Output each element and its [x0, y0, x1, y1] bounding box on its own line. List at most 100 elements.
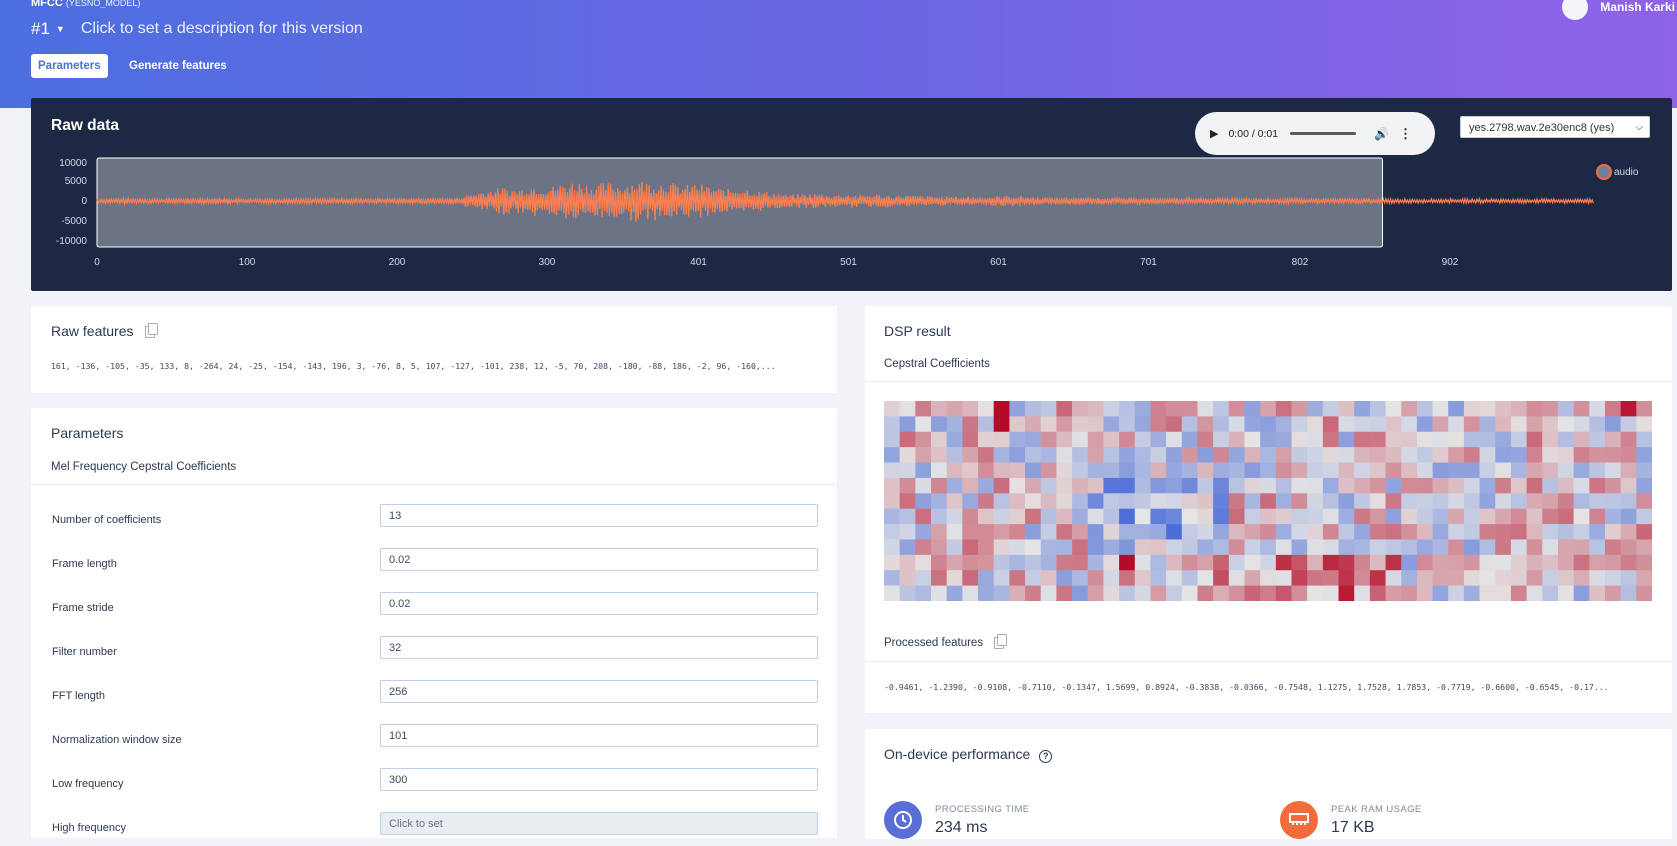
heatmap-cell [884, 416, 900, 433]
heatmap-cell [1275, 554, 1292, 571]
heatmap-cell [915, 493, 932, 509]
heatmap-cell [1275, 585, 1292, 601]
cepstral-coefficients-heatmap [884, 401, 1652, 601]
heatmap-cell [1119, 477, 1136, 494]
heatmap-cell [1401, 416, 1418, 433]
heatmap-cell [1557, 539, 1574, 556]
x-tick-label: 802 [1292, 257, 1309, 268]
heatmap-cell [1307, 462, 1324, 479]
heatmap-cell [931, 477, 947, 494]
heatmap-cell [1228, 570, 1245, 586]
heatmap-cell [931, 401, 947, 417]
heatmap-cell [1463, 401, 1480, 417]
heatmap-cell [1636, 524, 1652, 540]
heatmap-cell [1369, 570, 1386, 586]
heatmap-cell [1526, 570, 1543, 586]
heatmap-cell [1448, 493, 1465, 509]
heatmap-cell [1275, 462, 1292, 479]
heatmap-cell [1369, 477, 1386, 494]
low-frequency-input[interactable]: 300 [380, 768, 818, 791]
help-icon[interactable]: ? [1039, 750, 1053, 763]
heatmap-cell [1526, 539, 1543, 556]
heatmap-cell [1322, 539, 1339, 556]
sample-select-value[interactable]: yes.2798.wav.2e30enc8 (yes) [1469, 122, 1614, 134]
heatmap-cell [1056, 431, 1073, 448]
filter-number-input[interactable]: 32 [380, 636, 818, 659]
heatmap-cell [1604, 539, 1621, 556]
heatmap-cell [1181, 539, 1198, 556]
heatmap-cell [993, 447, 1010, 463]
heatmap-cell [899, 462, 916, 479]
y-tick-label: -10000 [56, 236, 88, 247]
frame-length-input[interactable]: 0.02 [380, 548, 818, 571]
heatmap-cell [1369, 416, 1386, 433]
avatar[interactable] [1562, 0, 1589, 20]
heatmap-cell [1620, 401, 1637, 417]
version-description[interactable]: Click to set a description for this vers… [81, 20, 363, 38]
heatmap-cell [1197, 401, 1214, 417]
heatmap-cell [978, 416, 995, 433]
heatmap-cell [1463, 524, 1480, 540]
heatmap-cell [1087, 524, 1104, 540]
heatmap-cell [1636, 539, 1652, 556]
project-id: (YESNO_MODEL) [65, 0, 141, 8]
audio-player[interactable]: ▶ 0:00 / 0:01 🔊 ⋮ [1195, 112, 1435, 155]
heatmap-cell [1636, 554, 1652, 571]
param-label: Number of coefficients [52, 514, 162, 526]
heatmap-cell [1510, 462, 1527, 479]
heatmap-cell [1134, 447, 1151, 463]
normalization-window-input[interactable]: 101 [380, 724, 818, 747]
heatmap-cell [1260, 508, 1277, 525]
heatmap-cell [1291, 554, 1308, 571]
tab-parameters[interactable]: Parameters [31, 54, 108, 78]
heatmap-cell [1620, 524, 1637, 540]
copy-icon[interactable] [145, 323, 159, 339]
heatmap-cell [1166, 524, 1183, 540]
heatmap-cell [1448, 477, 1465, 494]
heatmap-cell [1354, 539, 1371, 556]
user-menu[interactable]: Manish Karki [1562, 0, 1677, 20]
fft-length-input[interactable]: 256 [380, 680, 818, 703]
y-tick-label: -5000 [61, 216, 87, 227]
x-tick-label: 0 [94, 257, 100, 268]
tab-generate-features[interactable]: Generate features [122, 54, 234, 78]
heatmap-cell [1181, 401, 1198, 417]
sample-select[interactable]: yes.2798.wav.2e30enc8 (yes) ⌵ [1460, 116, 1650, 138]
heatmap-cell [1542, 447, 1559, 463]
heatmap-cell [978, 401, 995, 417]
heatmap-cell [1291, 524, 1308, 540]
heatmap-cell [1401, 570, 1418, 586]
more-options-icon[interactable]: ⋮ [1399, 126, 1412, 142]
heatmap-cell [1040, 554, 1057, 571]
y-tick-label: 10000 [59, 158, 87, 169]
chevron-down-icon[interactable]: ⌵ [1635, 117, 1643, 139]
caret-down-icon[interactable]: ▼ [56, 24, 65, 34]
heatmap-cell [1040, 431, 1057, 448]
heatmap-cell [1463, 585, 1480, 601]
version-bar: #1 ▼ Click to set a description for this… [31, 19, 363, 39]
memory-icon [1280, 801, 1318, 839]
heatmap-cell [1636, 416, 1652, 433]
legend-marker [1596, 164, 1612, 180]
volume-icon[interactable]: 🔊 [1374, 127, 1389, 141]
play-icon[interactable]: ▶ [1210, 127, 1218, 140]
heatmap-cell [1213, 477, 1230, 494]
heatmap-cell [1244, 554, 1261, 571]
audio-progress-slider[interactable] [1290, 132, 1357, 135]
heatmap-cell [915, 508, 932, 525]
heatmap-cell [1213, 431, 1230, 448]
frame-stride-input[interactable]: 0.02 [380, 592, 818, 615]
heatmap-cell [899, 570, 916, 586]
param-row-frame-length: Frame length 0.02 [31, 548, 837, 582]
copy-icon[interactable] [994, 634, 1008, 649]
heatmap-cell [1150, 570, 1167, 586]
heatmap-cell [1181, 570, 1198, 586]
heatmap-cell [1072, 462, 1089, 479]
heatmap-cell [1260, 493, 1277, 509]
performance-card: On-device performance ? PROCESSING TIME … [865, 729, 1672, 839]
user-name[interactable]: Manish Karki [1600, 0, 1675, 14]
heatmap-cell [1103, 539, 1120, 556]
version-selector[interactable]: #1 [31, 19, 50, 39]
heatmap-cell [1150, 493, 1167, 509]
coefficients-input[interactable]: 13 [380, 504, 818, 527]
